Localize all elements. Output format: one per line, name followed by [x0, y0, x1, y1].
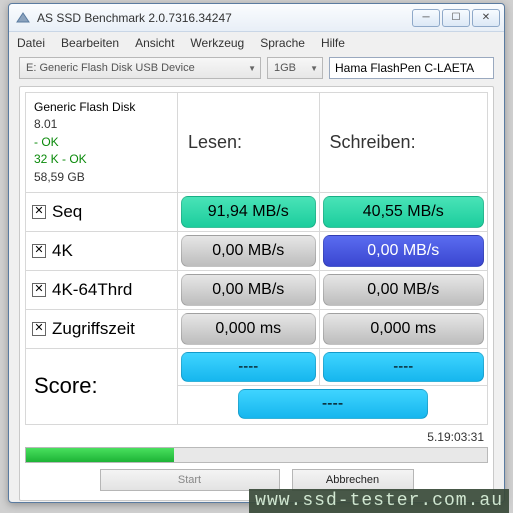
- header-read: Lesen:: [178, 93, 320, 193]
- menu-help[interactable]: Hilfe: [321, 36, 345, 50]
- k4-read-value: 0,00 MB/s: [181, 235, 316, 267]
- score-write: ----: [323, 352, 484, 382]
- menu-edit[interactable]: Bearbeiten: [61, 36, 119, 50]
- product-input[interactable]: Hama FlashPen C-LAETA: [329, 57, 494, 79]
- acc-read-value: 0,000 ms: [181, 313, 316, 345]
- device-ok1: - OK: [34, 134, 169, 151]
- seq-read-value: 91,94 MB/s: [181, 196, 316, 228]
- checkbox-seq[interactable]: ✕: [32, 205, 46, 219]
- app-icon: [15, 10, 31, 26]
- row-access: ✕ Zugriffszeit: [26, 319, 177, 339]
- menu-view[interactable]: Ansicht: [135, 36, 174, 50]
- acc-write-value: 0,000 ms: [323, 313, 484, 345]
- window-title: AS SSD Benchmark 2.0.7316.34247: [37, 11, 412, 25]
- app-window: AS SSD Benchmark 2.0.7316.34247 ─ ☐ ✕ Da…: [8, 3, 505, 503]
- maximize-button[interactable]: ☐: [442, 9, 470, 27]
- abort-button[interactable]: Abbrechen: [292, 469, 414, 491]
- progress-fill: [26, 448, 174, 462]
- row-seq: ✕ Seq: [26, 202, 177, 222]
- size-select[interactable]: 1GB ▼: [267, 57, 323, 79]
- product-input-value: Hama FlashPen C-LAETA: [335, 61, 474, 75]
- chevron-down-icon: ▼: [310, 64, 318, 73]
- score-read: ----: [181, 352, 316, 382]
- checkbox-4k[interactable]: ✕: [32, 244, 46, 258]
- row-access-label: Zugriffszeit: [52, 319, 135, 339]
- device-select-value: E: Generic Flash Disk USB Device: [26, 62, 195, 74]
- toolbar: E: Generic Flash Disk USB Device ▼ 1GB ▼…: [9, 54, 504, 82]
- progress-bar: [25, 447, 488, 463]
- results-table: Generic Flash Disk 8.01 - OK 32 K - OK 5…: [25, 92, 488, 425]
- row-4k64-label: 4K-64Thrd: [52, 280, 132, 300]
- menu-bar: Datei Bearbeiten Ansicht Werkzeug Sprach…: [9, 32, 504, 54]
- size-select-value: 1GB: [274, 62, 296, 74]
- checkbox-4k64[interactable]: ✕: [32, 283, 46, 297]
- minimize-button[interactable]: ─: [412, 9, 440, 27]
- score-total: ----: [238, 389, 428, 419]
- row-seq-label: Seq: [52, 202, 82, 222]
- score-label: Score:: [26, 348, 178, 424]
- menu-tools[interactable]: Werkzeug: [190, 36, 244, 50]
- device-ok2: 32 K - OK: [34, 151, 169, 168]
- checkbox-access[interactable]: ✕: [32, 322, 46, 336]
- row-4k: ✕ 4K: [26, 241, 177, 261]
- results-panel: Generic Flash Disk 8.01 - OK 32 K - OK 5…: [19, 86, 494, 501]
- menu-language[interactable]: Sprache: [260, 36, 305, 50]
- start-button[interactable]: Start: [100, 469, 280, 491]
- header-write: Schreiben:: [319, 93, 487, 193]
- k464-read-value: 0,00 MB/s: [181, 274, 316, 306]
- title-bar[interactable]: AS SSD Benchmark 2.0.7316.34247 ─ ☐ ✕: [9, 4, 504, 32]
- device-name: Generic Flash Disk: [34, 99, 169, 116]
- row-4k64: ✕ 4K-64Thrd: [26, 280, 177, 300]
- device-capacity: 58,59 GB: [34, 169, 169, 186]
- elapsed-timer: 5.19:03:31: [25, 425, 488, 447]
- close-button[interactable]: ✕: [472, 9, 500, 27]
- k4-write-value: 0,00 MB/s: [323, 235, 484, 267]
- chevron-down-icon: ▼: [248, 64, 256, 73]
- device-info: Generic Flash Disk 8.01 - OK 32 K - OK 5…: [26, 93, 178, 193]
- window-controls: ─ ☐ ✕: [412, 9, 500, 27]
- watermark: www.ssd-tester.com.au: [249, 489, 509, 513]
- row-4k-label: 4K: [52, 241, 73, 261]
- k464-write-value: 0,00 MB/s: [323, 274, 484, 306]
- device-select[interactable]: E: Generic Flash Disk USB Device ▼: [19, 57, 261, 79]
- seq-write-value: 40,55 MB/s: [323, 196, 484, 228]
- menu-file[interactable]: Datei: [17, 36, 45, 50]
- device-version: 8.01: [34, 116, 169, 133]
